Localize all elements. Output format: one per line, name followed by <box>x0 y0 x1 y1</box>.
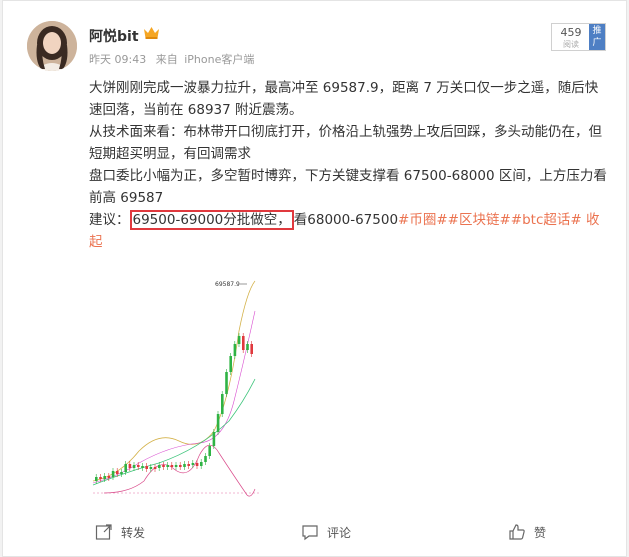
candle <box>128 464 132 468</box>
like-label: 赞 <box>534 525 547 540</box>
action-bar: 转发 评论 赞 <box>3 515 628 549</box>
candle <box>204 456 207 462</box>
post-meta: 昨天 09:43 来自 iPhone客户端 <box>89 51 260 67</box>
candle <box>174 465 178 467</box>
source-prefix: 来自 <box>155 53 178 66</box>
candle <box>116 471 119 474</box>
candle <box>233 344 237 356</box>
post-paragraph-3: 盘口委比小幅为正，多空暂时博弈，下方关键支撑看 67500-68000 区间，上… <box>89 168 607 206</box>
comment-button[interactable]: 评论 <box>301 523 351 541</box>
post-card: 阿悦bit 昨天 09:43 来自 iPhone客户端 459 阅读 推广 大饼… <box>2 0 627 557</box>
candle <box>208 446 211 456</box>
candle <box>179 465 182 467</box>
candle <box>200 462 203 466</box>
candle <box>250 344 253 354</box>
candle <box>166 465 169 467</box>
advice-rest: 看68000-67500 <box>293 212 399 228</box>
chart-high-label: 69587.9 <box>215 281 240 288</box>
comment-label: 评论 <box>327 525 352 540</box>
candle <box>246 344 249 350</box>
like-button[interactable]: 赞 <box>508 523 546 541</box>
post-source: iPhone客户端 <box>184 53 255 66</box>
candle <box>216 414 220 432</box>
candle <box>162 465 165 467</box>
chart-svg: 69587.9 <box>89 271 269 501</box>
candle <box>124 464 127 472</box>
post-paragraph-1: 大饼刚刚完成一波暴力拉升，最高冲至 69587.9，距离 7 万关口仅一步之遥，… <box>89 80 599 118</box>
read-count: 459 <box>560 26 582 39</box>
post-advice: 建议： 69500-69000分批做空， 看68000-67500#币圈##区块链#… <box>89 209 609 253</box>
candle <box>99 477 102 479</box>
candle <box>225 372 228 394</box>
thumbs-up-icon <box>509 524 525 540</box>
repost-label: 转发 <box>121 525 146 540</box>
candle <box>132 465 136 468</box>
read-count-label: 阅读 <box>563 40 579 49</box>
candle <box>187 464 190 466</box>
candle <box>195 463 199 466</box>
post-time[interactable]: 昨天 09:43 <box>89 53 146 66</box>
candle <box>191 463 195 465</box>
post-body: 大饼刚刚完成一波暴力拉升，最高冲至 69587.9，距离 7 万关口仅一步之遥，… <box>89 77 609 253</box>
candle <box>103 476 106 479</box>
crown-icon <box>144 27 159 39</box>
read-count-badge[interactable]: 459 阅读 推广 <box>551 23 606 51</box>
promote-tag[interactable]: 推广 <box>589 24 605 50</box>
candle <box>170 465 174 467</box>
candle <box>137 465 140 467</box>
repost-icon <box>95 524 112 540</box>
candle <box>111 471 115 477</box>
candle <box>153 467 157 469</box>
candle <box>95 477 98 481</box>
username[interactable]: 阿悦bit <box>89 26 139 46</box>
candle <box>221 394 224 414</box>
repost-button[interactable]: 转发 <box>95 523 145 541</box>
candle <box>120 472 123 474</box>
candle <box>183 464 186 467</box>
comment-icon <box>302 525 318 541</box>
candle <box>237 336 241 344</box>
candle <box>229 356 232 372</box>
candle <box>141 466 144 468</box>
candle <box>158 465 161 468</box>
avatar[interactable] <box>27 21 77 71</box>
post-paragraph-2: 从技术面来看：布林带开口彻底打开，价格沿上轨强势上攻后回踩，多头动能仍在，但短期… <box>89 124 602 162</box>
candlestick-chart-image[interactable]: 69587.9 <box>89 271 269 501</box>
candle <box>212 432 216 446</box>
candle <box>145 466 148 469</box>
advice-label: 建议： <box>89 212 130 228</box>
hashtag-links[interactable]: #币圈##区块链##btc超话# <box>398 212 582 228</box>
candle <box>149 467 153 469</box>
candle <box>107 476 111 478</box>
advice-highlight: 69500-69000分批做空， <box>129 210 294 230</box>
candle <box>242 336 245 350</box>
